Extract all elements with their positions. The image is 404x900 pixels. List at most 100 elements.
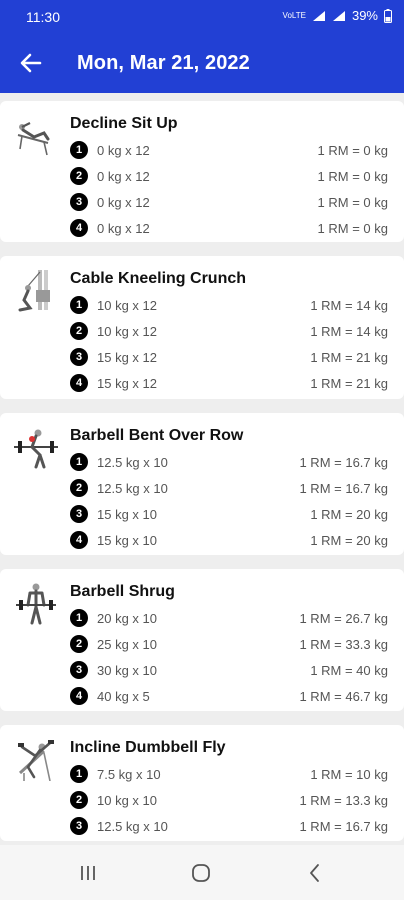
set-number-badge: 2 bbox=[70, 791, 88, 809]
exercise-name: Barbell Shrug bbox=[70, 583, 175, 600]
set-number-badge: 2 bbox=[70, 167, 88, 185]
set-one-rep-max: 1 RM = 20 kg bbox=[310, 532, 388, 548]
cable-kneeling-crunch-icon bbox=[18, 270, 50, 312]
set-one-rep-max: 1 RM = 13.3 kg bbox=[299, 792, 388, 808]
set-row: 2 10 kg x 12 1 RM = 14 kg bbox=[70, 320, 388, 342]
exercise-name: Decline Sit Up bbox=[70, 115, 178, 132]
set-row: 1 7.5 kg x 10 1 RM = 10 kg bbox=[70, 763, 388, 785]
app-header: 11:30 VoLTE 39% Mon, Mar 21, 2022 bbox=[0, 0, 404, 93]
set-weight-reps: 0 kg x 12 bbox=[97, 142, 150, 158]
decline-sit-up-icon bbox=[17, 122, 50, 156]
back-nav-icon[interactable] bbox=[303, 861, 327, 885]
set-row: 1 10 kg x 12 1 RM = 14 kg bbox=[70, 294, 388, 316]
set-row: 2 10 kg x 10 1 RM = 13.3 kg bbox=[70, 789, 388, 811]
set-one-rep-max: 1 RM = 33.3 kg bbox=[299, 636, 388, 652]
set-number-badge: 2 bbox=[70, 479, 88, 497]
set-row: 4 0 kg x 12 1 RM = 0 kg bbox=[70, 217, 388, 239]
set-weight-reps: 7.5 kg x 10 bbox=[97, 766, 161, 782]
set-weight-reps: 15 kg x 10 bbox=[97, 532, 157, 548]
set-weight-reps: 0 kg x 12 bbox=[97, 220, 150, 236]
set-weight-reps: 30 kg x 10 bbox=[97, 662, 157, 678]
page-title: Mon, Mar 21, 2022 bbox=[77, 52, 250, 74]
set-one-rep-max: 1 RM = 0 kg bbox=[317, 168, 388, 184]
set-number-badge: 2 bbox=[70, 322, 88, 340]
set-one-rep-max: 1 RM = 0 kg bbox=[317, 142, 388, 158]
set-row: 2 12.5 kg x 10 1 RM = 16.7 kg bbox=[70, 477, 388, 499]
set-one-rep-max: 1 RM = 26.7 kg bbox=[299, 610, 388, 626]
set-weight-reps: 12.5 kg x 10 bbox=[97, 454, 168, 470]
exercise-card[interactable]: Barbell Shrug 1 20 kg x 10 1 RM = 26.7 k… bbox=[0, 569, 404, 711]
exercise-card[interactable]: Barbell Bent Over Row 1 12.5 kg x 10 1 R… bbox=[0, 413, 404, 555]
set-weight-reps: 0 kg x 12 bbox=[97, 168, 150, 184]
set-row: 4 15 kg x 12 1 RM = 21 kg bbox=[70, 372, 388, 394]
exercise-card[interactable]: Decline Sit Up 1 0 kg x 12 1 RM = 0 kg 2… bbox=[0, 101, 404, 242]
exercise-card[interactable]: Cable Kneeling Crunch 1 10 kg x 12 1 RM … bbox=[0, 256, 404, 399]
set-row: 3 12.5 kg x 10 1 RM = 16.7 kg bbox=[70, 815, 388, 837]
set-row: 1 12.5 kg x 10 1 RM = 16.7 kg bbox=[70, 451, 388, 473]
set-row: 3 0 kg x 12 1 RM = 0 kg bbox=[70, 191, 388, 213]
set-weight-reps: 15 kg x 10 bbox=[97, 506, 157, 522]
set-number-badge: 3 bbox=[70, 348, 88, 366]
set-row: 1 20 kg x 10 1 RM = 26.7 kg bbox=[70, 607, 388, 629]
set-one-rep-max: 1 RM = 20 kg bbox=[310, 506, 388, 522]
set-number-badge: 4 bbox=[70, 687, 88, 705]
set-number-badge: 3 bbox=[70, 661, 88, 679]
set-row: 4 40 kg x 5 1 RM = 46.7 kg bbox=[70, 685, 388, 707]
exercise-name: Barbell Bent Over Row bbox=[70, 427, 244, 444]
set-number-badge: 1 bbox=[70, 296, 88, 314]
set-weight-reps: 0 kg x 12 bbox=[97, 194, 150, 210]
set-number-badge: 3 bbox=[70, 193, 88, 211]
set-weight-reps: 15 kg x 12 bbox=[97, 375, 157, 391]
battery-icon bbox=[384, 8, 392, 23]
set-weight-reps: 25 kg x 10 bbox=[97, 636, 157, 652]
set-weight-reps: 10 kg x 12 bbox=[97, 297, 157, 313]
network-label: VoLTE bbox=[282, 10, 306, 20]
set-one-rep-max: 1 RM = 16.7 kg bbox=[299, 480, 388, 496]
set-number-badge: 1 bbox=[70, 141, 88, 159]
set-weight-reps: 15 kg x 12 bbox=[97, 349, 157, 365]
set-row: 3 30 kg x 10 1 RM = 40 kg bbox=[70, 659, 388, 681]
system-nav-bar bbox=[0, 845, 404, 900]
signal-icon-2 bbox=[332, 10, 345, 21]
set-row: 2 25 kg x 10 1 RM = 33.3 kg bbox=[70, 633, 388, 655]
set-one-rep-max: 1 RM = 46.7 kg bbox=[299, 688, 388, 704]
home-icon[interactable] bbox=[189, 861, 213, 885]
set-one-rep-max: 1 RM = 16.7 kg bbox=[299, 454, 388, 470]
set-one-rep-max: 1 RM = 10 kg bbox=[310, 766, 388, 782]
set-weight-reps: 20 kg x 10 bbox=[97, 610, 157, 626]
set-weight-reps: 12.5 kg x 10 bbox=[97, 818, 168, 834]
exercise-name: Cable Kneeling Crunch bbox=[70, 270, 247, 287]
status-time: 11:30 bbox=[26, 9, 60, 25]
set-row: 1 0 kg x 12 1 RM = 0 kg bbox=[70, 139, 388, 161]
set-weight-reps: 40 kg x 5 bbox=[97, 688, 150, 704]
set-number-badge: 3 bbox=[70, 505, 88, 523]
signal-icon bbox=[312, 10, 325, 21]
set-number-badge: 2 bbox=[70, 635, 88, 653]
set-one-rep-max: 1 RM = 0 kg bbox=[317, 220, 388, 236]
status-icons: VoLTE 39% bbox=[283, 8, 392, 23]
exercise-name: Incline Dumbbell Fly bbox=[70, 739, 226, 756]
status-bar: 11:30 VoLTE 39% bbox=[0, 0, 404, 34]
back-arrow-icon[interactable] bbox=[18, 50, 44, 76]
set-row: 2 0 kg x 12 1 RM = 0 kg bbox=[70, 165, 388, 187]
set-weight-reps: 12.5 kg x 10 bbox=[97, 480, 168, 496]
set-one-rep-max: 1 RM = 0 kg bbox=[317, 194, 388, 210]
barbell-bent-over-row-icon bbox=[14, 429, 58, 469]
set-one-rep-max: 1 RM = 21 kg bbox=[310, 375, 388, 391]
set-weight-reps: 10 kg x 10 bbox=[97, 792, 157, 808]
set-one-rep-max: 1 RM = 14 kg bbox=[310, 297, 388, 313]
set-number-badge: 4 bbox=[70, 219, 88, 237]
set-number-badge: 4 bbox=[70, 531, 88, 549]
incline-dumbbell-fly-icon bbox=[18, 740, 54, 781]
set-row: 4 15 kg x 10 1 RM = 20 kg bbox=[70, 529, 388, 551]
set-number-badge: 4 bbox=[70, 374, 88, 392]
barbell-shrug-icon bbox=[16, 583, 56, 625]
set-weight-reps: 10 kg x 12 bbox=[97, 323, 157, 339]
set-number-badge: 1 bbox=[70, 765, 88, 783]
exercise-card[interactable]: Incline Dumbbell Fly 1 7.5 kg x 10 1 RM … bbox=[0, 725, 404, 841]
set-one-rep-max: 1 RM = 21 kg bbox=[310, 349, 388, 365]
set-one-rep-max: 1 RM = 16.7 kg bbox=[299, 818, 388, 834]
recent-apps-icon[interactable] bbox=[76, 861, 100, 885]
set-number-badge: 1 bbox=[70, 453, 88, 471]
workout-list: Decline Sit Up 1 0 kg x 12 1 RM = 0 kg 2… bbox=[0, 93, 404, 845]
